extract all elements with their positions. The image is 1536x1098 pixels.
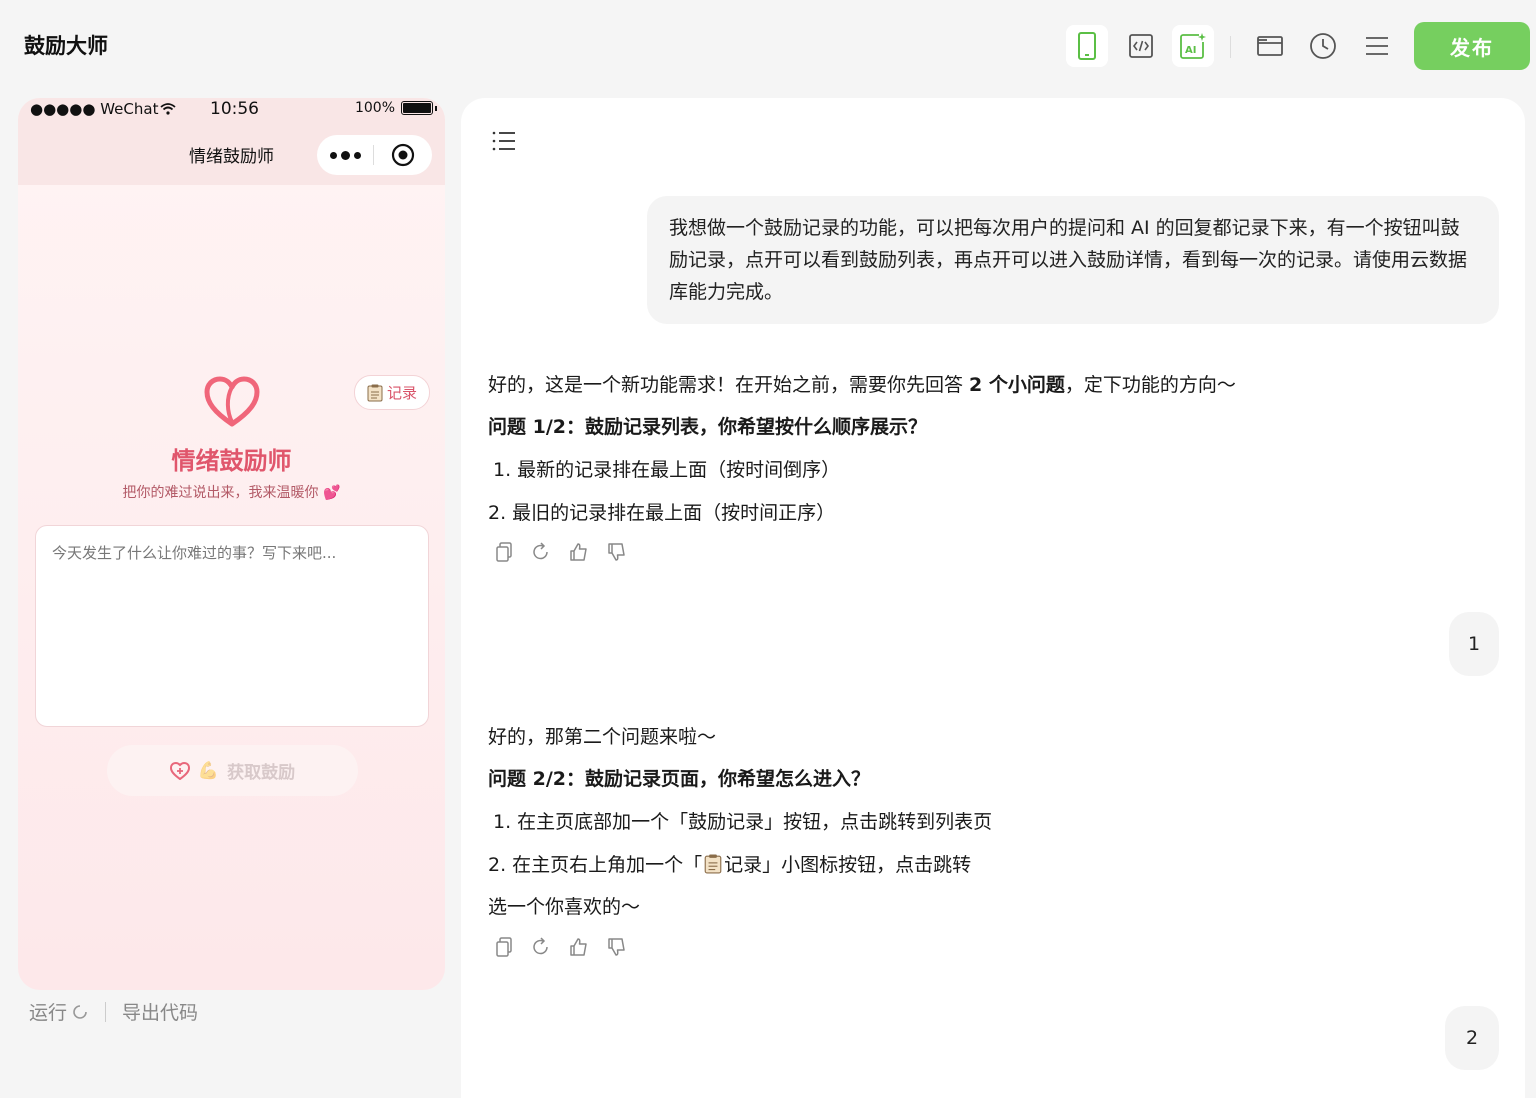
code-button[interactable] — [1120, 25, 1162, 67]
record-label: 记录 — [386, 384, 417, 402]
record-button[interactable]: 记录 — [354, 375, 430, 410]
carrier-signal: ●●●●● WeChat — [30, 100, 177, 118]
ai-button[interactable]: AI — [1172, 25, 1214, 67]
ai-intro: 好的，这是一个新功能需求！在开始之前，需要你先回答 2 个小问题，定下功能的方向… — [488, 370, 1236, 397]
run-button[interactable]: 运行 — [29, 998, 89, 1025]
user-message: 我想做一个鼓励记录的功能，可以把每次用户的提问和 AI 的回复都记录下来，有一个… — [647, 196, 1499, 324]
toolbar-divider — [1230, 36, 1231, 58]
phone-preview-button[interactable] — [1066, 25, 1108, 67]
app-subtitle-text: 把你的难过说出来，我来温暖你 — [122, 485, 319, 501]
thumbs-up-icon[interactable] — [569, 542, 589, 562]
thumbs-up-icon[interactable] — [569, 937, 589, 957]
regenerate-icon[interactable] — [531, 937, 551, 957]
history-button[interactable] — [1302, 25, 1344, 67]
run-bar: 运行 导出代码 — [29, 998, 198, 1025]
clipboard-icon — [704, 854, 722, 873]
copy-icon[interactable] — [495, 542, 513, 562]
app-name: 情绪鼓励师 — [171, 447, 292, 475]
history-icon — [1310, 33, 1336, 59]
ai-option-text: 2. 在主页右上角加一个「 — [488, 854, 703, 876]
ai-intro-bold: 2 个小问题 — [969, 374, 1065, 396]
get-encouragement-label: 获取鼓励 — [227, 763, 296, 783]
status-bar: ●●●●● WeChat 10:56 100% — [18, 98, 445, 122]
ai-option: 1. 最新的记录排在最上面（按时间倒序） — [493, 459, 841, 481]
menu-button[interactable] — [1356, 25, 1398, 67]
target-icon — [391, 143, 415, 167]
ai-option: 2. 在主页右上角加一个「 记录」小图标按钮，点击跳转 — [488, 850, 971, 877]
carrier-label: ●●●●● WeChat — [30, 100, 159, 118]
ai-intro-text-end: ，定下功能的方向～ — [1064, 374, 1236, 396]
export-code-button[interactable]: 导出代码 — [122, 998, 198, 1025]
regenerate-icon[interactable] — [531, 542, 551, 562]
ai-question: 问题 1/2：鼓励记录列表，你希望按什么顺序展示？ — [488, 416, 927, 438]
ai-option: 1. 在主页底部加一个「鼓励记录」按钮，点击跳转到列表页 — [493, 811, 993, 833]
run-label: 运行 — [29, 1002, 68, 1024]
feeling-input[interactable]: 今天发生了什么让你难过的事？写下来吧... — [35, 525, 429, 727]
list-icon — [492, 131, 515, 151]
clipboard-icon — [367, 384, 383, 401]
phone-preview: ●●●●● WeChat 10:56 100% 情绪鼓励师 记录 情绪鼓励师 把… — [18, 98, 445, 990]
svg-text:AI: AI — [1185, 45, 1196, 56]
ai-intro: 好的，那第二个问题来啦～ — [488, 726, 717, 748]
ai-question: 问题 2/2：鼓励记录页面，你希望怎么进入？ — [488, 768, 870, 790]
code-icon — [1129, 34, 1153, 58]
battery-icon — [401, 101, 433, 115]
heart-plus-icon — [169, 761, 190, 780]
muscle-icon: 💪 — [197, 760, 220, 781]
thumbs-down-icon[interactable] — [607, 937, 627, 957]
battery-percent: 100% — [354, 100, 395, 116]
app-title: 鼓励大师 — [24, 34, 108, 58]
folder-icon — [1257, 36, 1283, 56]
menu-icon — [1366, 37, 1388, 55]
wifi-icon — [160, 103, 177, 115]
ai-intro-text: 好的，这是一个新功能需求！在开始之前，需要你先回答 — [488, 374, 970, 396]
chat-list-button[interactable] — [491, 128, 517, 158]
ai-closing: 选一个你喜欢的～ — [488, 896, 641, 918]
publish-button[interactable]: 发布 — [1414, 22, 1530, 70]
message-actions — [495, 937, 627, 957]
chat-panel: 我想做一个鼓励记录的功能，可以把每次用户的提问和 AI 的回复都记录下来，有一个… — [461, 98, 1525, 1098]
app-subtitle: 把你的难过说出来，我来温暖你 💕 — [18, 482, 445, 502]
thumbs-down-icon[interactable] — [607, 542, 627, 562]
two-hearts-icon: 💕 — [323, 485, 341, 501]
close-miniprogram-button[interactable] — [374, 143, 432, 167]
get-encouragement-button[interactable]: 💪 获取鼓励 — [107, 745, 358, 796]
heart-logo-icon — [204, 376, 260, 427]
phone-preview-icon — [1078, 32, 1096, 60]
user-message: 2 — [1445, 1006, 1499, 1070]
ai-option: 2. 最旧的记录排在最上面（按时间正序） — [488, 502, 836, 524]
more-dots-icon[interactable] — [317, 150, 373, 160]
ai-icon: AI — [1180, 33, 1206, 59]
ai-option-text-end: 记录」小图标按钮，点击跳转 — [724, 854, 972, 876]
status-time: 10:56 — [210, 99, 259, 119]
user-message: 1 — [1449, 612, 1499, 676]
folder-button[interactable] — [1249, 25, 1291, 67]
capsule-menu — [317, 135, 432, 175]
copy-icon[interactable] — [495, 937, 513, 957]
battery-status: 100% — [355, 100, 437, 116]
refresh-icon — [73, 1004, 87, 1019]
message-actions — [495, 542, 627, 562]
